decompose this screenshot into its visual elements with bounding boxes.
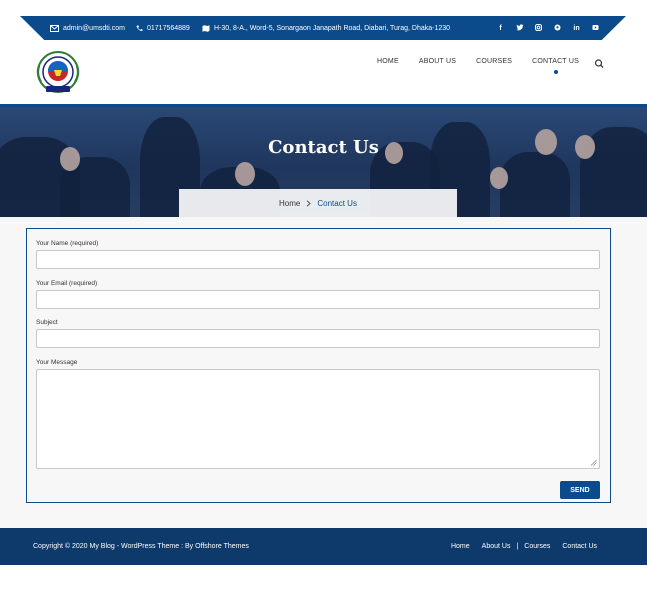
phone-info[interactable]: 01717564889	[136, 16, 190, 40]
breadcrumb-current: Contact Us	[317, 198, 357, 208]
top-info-bar: admin@umsdti.com 01717564889 H-30, 8-A.,…	[0, 0, 647, 40]
copyright-text: Copyright © 2020 My Blog - WordPress The…	[33, 543, 249, 550]
search-icon[interactable]	[593, 58, 607, 70]
footer-link-about-us[interactable]: About Us	[476, 543, 517, 550]
address-text: H-30, 8-A., Word-5, Sonargaon Janapath R…	[214, 24, 451, 32]
send-button[interactable]: SEND	[560, 481, 600, 499]
name-input[interactable]	[36, 250, 600, 269]
main-content: Your Name (required) Your Email (require…	[0, 217, 647, 528]
email-text: admin@umsdti.com	[63, 24, 125, 32]
phone-icon	[136, 25, 143, 31]
breadcrumb-home[interactable]: Home	[279, 199, 300, 208]
subject-input[interactable]	[36, 329, 600, 348]
phone-text: 01717564889	[147, 24, 190, 32]
email-label: Your Email (required)	[36, 280, 98, 287]
twitter-icon[interactable]	[515, 23, 524, 33]
message-textarea[interactable]	[36, 369, 600, 469]
resize-handle-icon[interactable]	[590, 459, 597, 466]
social-links: f in	[496, 16, 600, 40]
email-info[interactable]: admin@umsdti.com	[50, 16, 125, 40]
subject-label: Subject	[36, 319, 58, 326]
top-info-strip: admin@umsdti.com 01717564889 H-30, 8-A.,…	[20, 16, 626, 40]
footer-link-contact-us[interactable]: Contact Us	[556, 543, 603, 550]
nav-courses[interactable]: COURSES	[466, 58, 522, 70]
site-footer: Copyright © 2020 My Blog - WordPress The…	[0, 528, 647, 565]
message-label: Your Message	[36, 359, 78, 366]
linkedin-icon[interactable]: in	[572, 25, 581, 32]
nav-home[interactable]: HOME	[367, 58, 409, 70]
nav-contact-us[interactable]: CONTACT US	[522, 58, 589, 70]
page-title: Contact Us	[268, 137, 379, 158]
site-header: HOME ABOUT US COURSES CONTACT US	[0, 40, 647, 104]
footer-links: Home About Us | Courses Contact Us	[445, 528, 603, 565]
youtube-icon[interactable]	[591, 24, 600, 33]
institute-logo[interactable]	[33, 50, 83, 96]
facebook-icon[interactable]: f	[496, 25, 505, 32]
nav-about-us[interactable]: ABOUT US	[409, 58, 466, 70]
footer-link-courses[interactable]: Courses	[518, 543, 556, 550]
page-hero-banner: Contact Us Home Contact Us	[0, 107, 647, 217]
email-input[interactable]	[36, 290, 600, 309]
map-icon	[202, 24, 210, 32]
instagram-icon[interactable]	[534, 23, 543, 33]
envelope-icon	[50, 24, 59, 32]
address-info: H-30, 8-A., Word-5, Sonargaon Janapath R…	[202, 16, 450, 40]
pinterest-icon[interactable]	[553, 24, 562, 33]
chevron-right-icon	[307, 199, 312, 207]
footer-link-home[interactable]: Home	[445, 543, 476, 550]
name-label: Your Name (required)	[36, 240, 99, 247]
contact-form: Your Name (required) Your Email (require…	[26, 228, 611, 503]
main-nav: HOME ABOUT US COURSES CONTACT US	[367, 58, 607, 70]
breadcrumb: Home Contact Us	[179, 189, 457, 217]
